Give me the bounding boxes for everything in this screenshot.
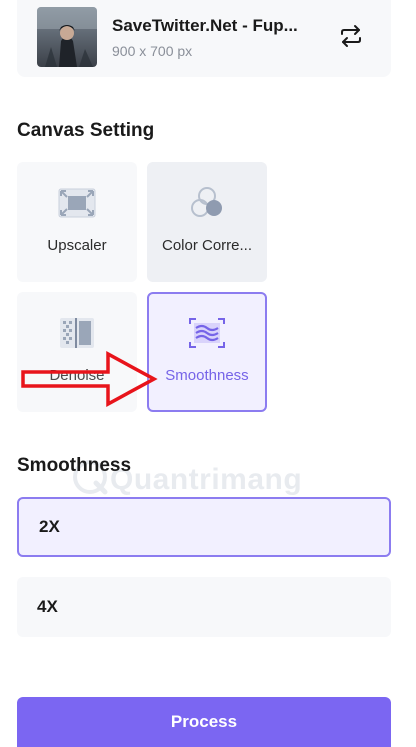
tile-label: Smoothness bbox=[165, 367, 249, 384]
canvas-setting-heading: Canvas Setting bbox=[17, 120, 155, 141]
tile-denoise[interactable]: Denoise bbox=[17, 292, 137, 412]
option-label: 4X bbox=[37, 597, 58, 616]
replace-image-button[interactable] bbox=[337, 24, 365, 52]
option-4x[interactable]: 4X bbox=[17, 577, 391, 637]
tile-label: Color Corre... bbox=[161, 237, 253, 254]
tile-upscaler[interactable]: Upscaler bbox=[17, 162, 137, 282]
option-label: 2X bbox=[39, 517, 60, 536]
upscaler-icon bbox=[58, 188, 96, 223]
file-name: SaveTwitter.Net - Fup... bbox=[112, 16, 298, 35]
option-2x[interactable]: 2X bbox=[17, 497, 391, 557]
swap-arrows-icon bbox=[338, 23, 364, 54]
smoothness-heading: Smoothness bbox=[17, 455, 132, 476]
tile-color-correction[interactable]: Color Corre... bbox=[147, 162, 267, 282]
color-correction-icon bbox=[189, 186, 225, 225]
tile-smoothness[interactable]: Smoothness bbox=[147, 292, 267, 412]
file-dimensions: 900 x 700 px bbox=[112, 43, 193, 59]
tile-label: Upscaler bbox=[47, 237, 107, 254]
file-card: SaveTwitter.Net - Fup... 900 x 700 px bbox=[17, 0, 391, 77]
denoise-icon bbox=[59, 317, 95, 354]
file-thumbnail bbox=[37, 7, 97, 67]
tile-label: Denoise bbox=[49, 367, 105, 384]
watermark-text: Quantrimang bbox=[110, 462, 303, 496]
process-button[interactable]: Process bbox=[17, 697, 391, 747]
smoothness-icon bbox=[188, 317, 226, 354]
